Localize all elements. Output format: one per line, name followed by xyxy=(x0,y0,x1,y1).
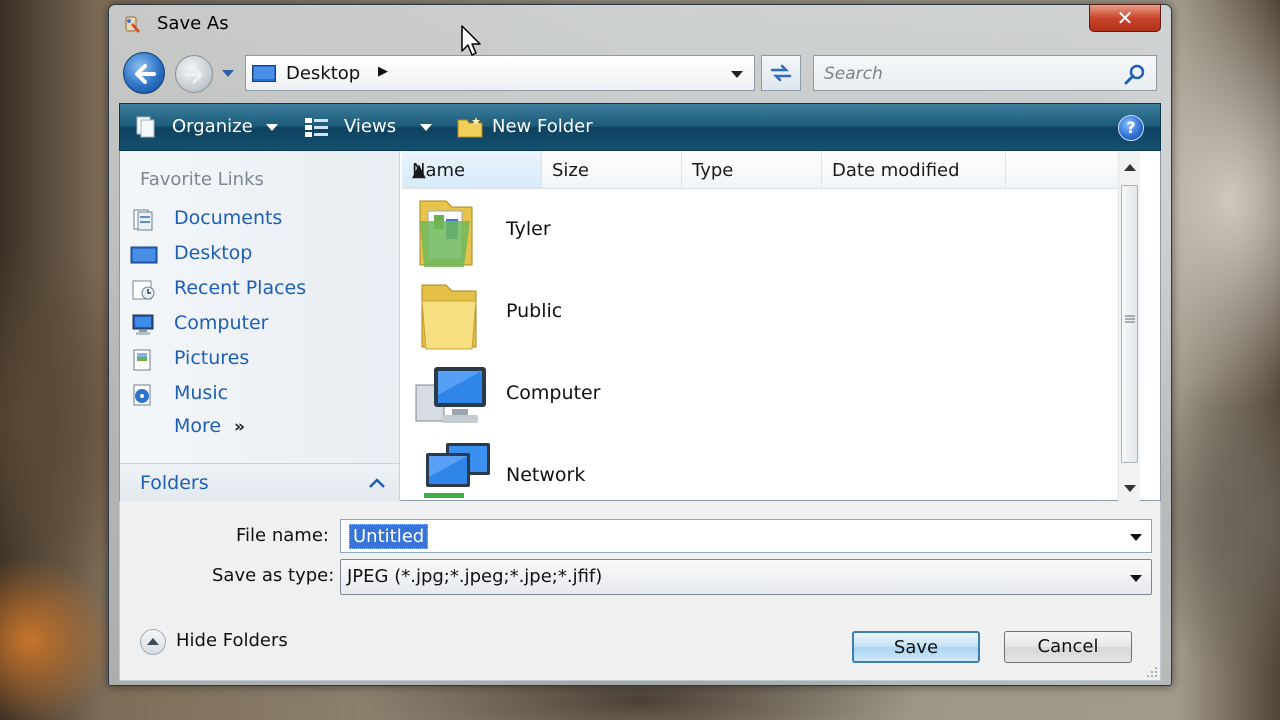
vertical-scrollbar[interactable] xyxy=(1118,151,1140,501)
pictures-icon xyxy=(133,349,151,371)
column-header-date-modified[interactable]: Date modified xyxy=(822,151,1006,189)
browser-content: Favorite Links Documents Desktop Recent … xyxy=(119,151,1161,501)
nav-link-label[interactable]: Pictures xyxy=(174,347,249,369)
arrow-right-icon xyxy=(184,66,204,84)
file-name-combobox[interactable]: Untitled xyxy=(340,519,1152,553)
paint-app-icon xyxy=(125,16,140,33)
column-header-name[interactable]: Name ▲ xyxy=(402,151,542,189)
views-caret-icon[interactable] xyxy=(420,124,432,132)
resize-grip-icon[interactable] xyxy=(1146,666,1158,678)
save-type-select[interactable]: JPEG (*.jpg;*.jpeg;*.jpe;*.jfif) xyxy=(340,559,1152,595)
cancel-button[interactable]: Cancel xyxy=(1004,631,1132,663)
organize-button[interactable]: Organize xyxy=(172,116,253,137)
folders-label[interactable]: Folders xyxy=(140,472,209,494)
double-chevron-right-icon[interactable]: » xyxy=(234,417,245,437)
title-bar[interactable]: Save As ✕ xyxy=(109,4,1171,45)
forward-button[interactable] xyxy=(175,55,213,93)
refresh-button[interactable] xyxy=(761,55,801,91)
grip-lines-icon xyxy=(1125,315,1135,323)
file-list-pane: Name ▲ Size Type Date modified Tyler Pub… xyxy=(402,151,1140,501)
computer-icon xyxy=(132,314,154,335)
window-title: Save As xyxy=(157,13,229,34)
desktop-icon xyxy=(252,65,276,82)
nav-link-label[interactable]: Computer xyxy=(174,312,268,334)
chevron-down-icon[interactable] xyxy=(730,70,744,79)
new-folder-icon[interactable] xyxy=(456,115,484,139)
folder-icon xyxy=(421,284,477,350)
column-header-label[interactable]: Type xyxy=(692,160,733,181)
new-folder-button[interactable]: New Folder xyxy=(492,116,593,137)
user-folder-icon xyxy=(419,200,473,267)
file-item-tyler[interactable]: Tyler xyxy=(412,191,812,271)
arrow-left-icon xyxy=(135,64,156,84)
help-button[interactable]: ? xyxy=(1118,115,1144,141)
hide-folders-button[interactable]: Hide Folders xyxy=(140,627,340,657)
chevron-down-icon[interactable] xyxy=(1129,574,1143,583)
navigation-pane: Favorite Links Documents Desktop Recent … xyxy=(120,151,400,501)
chevron-up-icon[interactable] xyxy=(369,478,385,488)
mouse-pointer-icon xyxy=(461,25,481,56)
address-bar[interactable]: Desktop ▶ xyxy=(245,55,755,91)
column-header-label[interactable]: Date modified xyxy=(832,160,960,181)
file-name-input[interactable]: Untitled xyxy=(349,524,429,549)
views-icon[interactable] xyxy=(304,115,330,139)
music-icon xyxy=(133,384,151,406)
save-type-field-label: Save as type: xyxy=(212,565,335,586)
file-item-public[interactable]: Public xyxy=(412,273,812,353)
file-name-label[interactable]: Computer xyxy=(506,382,600,404)
computer-icon xyxy=(415,367,486,423)
back-button[interactable] xyxy=(123,52,165,94)
recent-places-icon xyxy=(132,280,155,300)
nav-link-label[interactable]: Desktop xyxy=(174,242,252,264)
organize-caret-icon[interactable] xyxy=(266,124,278,132)
column-header-size[interactable]: Size xyxy=(542,151,682,189)
save-options-panel: File name: Untitled Save as type: JPEG (… xyxy=(119,501,1161,681)
scroll-down-icon[interactable] xyxy=(1124,485,1136,493)
search-box[interactable]: Search xyxy=(813,55,1157,91)
file-item-network[interactable]: Network xyxy=(412,437,812,501)
file-name-field-label: File name: xyxy=(236,525,329,546)
search-input[interactable]: Search xyxy=(824,64,883,84)
more-link[interactable]: More xyxy=(174,415,221,437)
scroll-up-icon[interactable] xyxy=(1124,163,1136,171)
column-header-type[interactable]: Type xyxy=(682,151,822,189)
navigation-row: Desktop ▶ Search xyxy=(109,47,1171,99)
desktop-icon xyxy=(130,246,158,264)
file-name-label[interactable]: Network xyxy=(506,464,585,486)
column-header-label[interactable]: Size xyxy=(552,160,589,181)
organize-icon[interactable] xyxy=(134,115,158,139)
nav-link-label[interactable]: Documents xyxy=(174,207,282,229)
file-name-label[interactable]: Public xyxy=(506,300,562,322)
scrollbar-thumb[interactable] xyxy=(1121,185,1138,463)
views-button[interactable]: Views xyxy=(344,116,396,137)
documents-icon xyxy=(133,209,153,231)
search-icon[interactable] xyxy=(1124,64,1146,86)
sort-ascending-icon: ▲ xyxy=(412,160,426,181)
close-button[interactable]: ✕ xyxy=(1089,4,1161,32)
history-dropdown-icon[interactable] xyxy=(221,69,235,79)
address-location[interactable]: Desktop xyxy=(286,63,360,84)
save-as-dialog: Save As ✕ Desktop ▶ Search Organize View… xyxy=(108,4,1172,686)
favorite-links-heading: Favorite Links xyxy=(140,169,264,190)
breadcrumb-separator-icon[interactable]: ▶ xyxy=(378,64,388,79)
file-item-computer[interactable]: Computer xyxy=(412,355,812,435)
save-type-value[interactable]: JPEG (*.jpg;*.jpeg;*.jpe;*.jfif) xyxy=(347,566,602,587)
save-button[interactable]: Save xyxy=(852,631,980,663)
nav-link-label[interactable]: Recent Places xyxy=(174,277,306,299)
folders-toggle-bar[interactable]: Folders xyxy=(120,463,399,501)
chevron-down-icon[interactable] xyxy=(1129,533,1143,542)
command-toolbar: Organize Views New Folder ? xyxy=(119,103,1161,151)
hide-folders-label[interactable]: Hide Folders xyxy=(176,630,288,651)
nav-link-label[interactable]: Music xyxy=(174,382,228,404)
chevron-up-circle-icon[interactable] xyxy=(140,629,166,655)
file-name-label[interactable]: Tyler xyxy=(506,218,551,240)
refresh-icon xyxy=(770,64,792,82)
network-icon xyxy=(424,443,490,498)
